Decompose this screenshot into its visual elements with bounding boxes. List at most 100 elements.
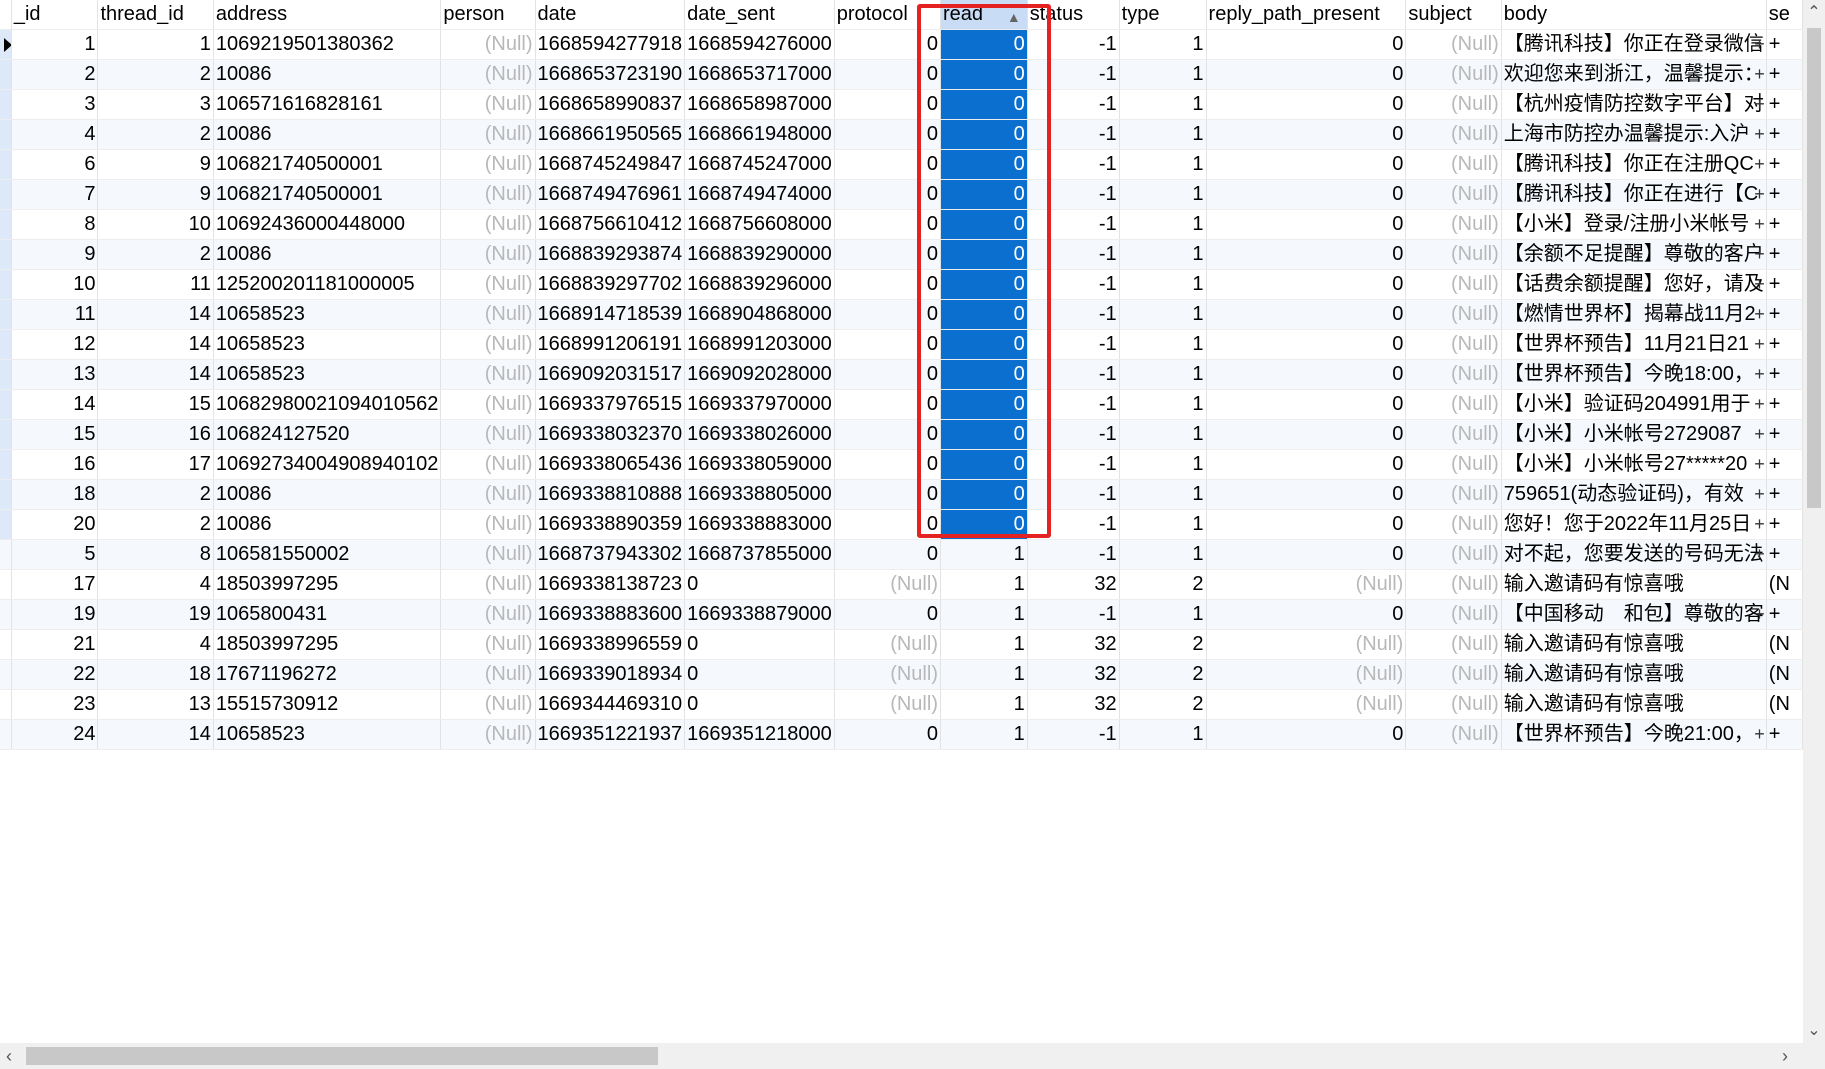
cell-read[interactable]: 0	[940, 299, 1028, 330]
table-row[interactable]: 23 13 15515730912 (Null) 1669344469310 0 (Null…	[0, 689, 1803, 720]
cell-body[interactable]: 【余额不足提醒】尊敬的客户 +	[1501, 239, 1767, 270]
cell-protocol[interactable]: 0	[834, 539, 941, 570]
cell-body[interactable]: 【中国移动 和包】尊敬的客 +	[1501, 599, 1767, 630]
cell-reply-path-present[interactable]: 0	[1206, 59, 1407, 90]
cell-reply-path-present[interactable]: 0	[1206, 419, 1407, 450]
cell-person[interactable]: (Null)	[440, 419, 536, 450]
cell-status[interactable]: -1	[1027, 509, 1120, 540]
cell-thread-id[interactable]: 2	[97, 479, 214, 510]
cell-date-sent[interactable]: 1668594276000	[684, 29, 835, 60]
cell-body[interactable]: 【小米】登录/注册小米帐号 +	[1501, 209, 1767, 240]
cell-read[interactable]: 0	[940, 479, 1028, 510]
left-arrow-icon[interactable]: ‹	[6, 1043, 12, 1069]
cell-status[interactable]: -1	[1027, 239, 1120, 270]
cell--id[interactable]: 9	[11, 239, 99, 270]
expand-plus-icon[interactable]: +	[1754, 300, 1765, 329]
cell-thread-id[interactable]: 10	[97, 209, 214, 240]
table-row[interactable]: 22 18 17671196272 (Null) 1669339018934 0 (Null…	[0, 659, 1803, 690]
cell-person[interactable]: (Null)	[440, 479, 536, 510]
cell-subject[interactable]: (Null)	[1405, 389, 1502, 420]
cell-subject[interactable]: (Null)	[1405, 209, 1502, 240]
row-indicator[interactable]	[0, 449, 12, 480]
column-header-type[interactable]: type	[1119, 0, 1207, 30]
cell-person[interactable]: (Null)	[440, 539, 536, 570]
cell-body[interactable]: 【世界杯预告】今晚18:00， +	[1501, 359, 1767, 390]
cell-protocol[interactable]: 0	[834, 149, 941, 180]
cell--id[interactable]: 10	[11, 269, 99, 300]
cell-date-sent[interactable]: 1668653717000	[684, 59, 835, 90]
row-indicator[interactable]	[0, 209, 12, 240]
cell-read[interactable]: 0	[940, 209, 1028, 240]
cell-reply-path-present[interactable]: 0	[1206, 599, 1407, 630]
table-row[interactable]: 19 19 1065800431 (Null) 1669338883600 1669338…	[0, 599, 1803, 630]
cell-type[interactable]: 1	[1119, 29, 1207, 60]
expand-plus-icon[interactable]: +	[1754, 330, 1765, 359]
table-row[interactable]: 1 1 1069219501380362 (Null) 1668594277918 166…	[0, 29, 1803, 60]
cell-date-sent[interactable]: 1668749474000	[684, 179, 835, 210]
cell-address[interactable]: 1065800431	[213, 599, 442, 630]
cell-subject[interactable]: (Null)	[1405, 239, 1502, 270]
cell-read[interactable]: 0	[940, 269, 1028, 300]
cell-thread-id[interactable]: 17	[97, 449, 214, 480]
cell-status[interactable]: -1	[1027, 359, 1120, 390]
cell-reply-path-present[interactable]: 0	[1206, 119, 1407, 150]
cell-status[interactable]: -1	[1027, 59, 1120, 90]
cell-se[interactable]: +	[1766, 599, 1803, 630]
cell-protocol[interactable]: 0	[834, 389, 941, 420]
cell-reply-path-present[interactable]: 0	[1206, 479, 1407, 510]
cell-se[interactable]: +	[1766, 149, 1803, 180]
cell-address[interactable]: 106821740500001	[213, 179, 442, 210]
column-header-read[interactable]: read ▲	[940, 0, 1028, 30]
row-indicator[interactable]	[0, 389, 12, 420]
cell--id[interactable]: 7	[11, 179, 99, 210]
row-indicator[interactable]	[0, 659, 12, 690]
column-header-protocol[interactable]: protocol	[834, 0, 941, 30]
cell-type[interactable]: 1	[1119, 209, 1207, 240]
expand-plus-icon[interactable]: +	[1754, 600, 1765, 629]
cell-reply-path-present[interactable]: 0	[1206, 209, 1407, 240]
cell-type[interactable]: 1	[1119, 359, 1207, 390]
cell-subject[interactable]: (Null)	[1405, 629, 1502, 660]
cell--id[interactable]: 6	[11, 149, 99, 180]
cell-status[interactable]: -1	[1027, 179, 1120, 210]
column-header-status[interactable]: status	[1027, 0, 1120, 30]
table-row[interactable]: 9 2 10086 (Null) 1668839293874 1668839290000 0…	[0, 239, 1803, 270]
cell-se[interactable]: +	[1766, 29, 1803, 60]
cell-date-sent[interactable]: 1668737855000	[684, 539, 835, 570]
cell-reply-path-present[interactable]: 0	[1206, 509, 1407, 540]
cell--id[interactable]: 20	[11, 509, 99, 540]
cell-se[interactable]: +	[1766, 209, 1803, 240]
vertical-scroll-thumb[interactable]	[1807, 28, 1821, 508]
cell-body[interactable]: 【腾讯科技】你正在登录微信 +	[1501, 29, 1767, 60]
cell-body[interactable]: 【小米】小米帐号2729087 +	[1501, 419, 1767, 450]
cell-person[interactable]: (Null)	[440, 119, 536, 150]
cell-date-sent[interactable]: 1668661948000	[684, 119, 835, 150]
cell-address[interactable]: 106821740500001	[213, 149, 442, 180]
cell-thread-id[interactable]: 3	[97, 89, 214, 120]
cell-subject[interactable]: (Null)	[1405, 89, 1502, 120]
cell-body[interactable]: 对不起，您要发送的号码无法 +	[1501, 539, 1767, 570]
cell-protocol[interactable]: 0	[834, 719, 941, 750]
cell-person[interactable]: (Null)	[440, 599, 536, 630]
cell-se[interactable]: +	[1766, 239, 1803, 270]
table-row[interactable]: 2 2 10086 (Null) 1668653723190 1668653717000 0…	[0, 59, 1803, 90]
cell-date-sent[interactable]: 1668839296000	[684, 269, 835, 300]
cell-reply-path-present[interactable]: 0	[1206, 359, 1407, 390]
cell-date[interactable]: 1668914718539	[535, 299, 686, 330]
cell-read[interactable]: 1	[940, 569, 1028, 600]
cell-date[interactable]: 1668661950565	[535, 119, 686, 150]
column-header-date[interactable]: date	[535, 0, 686, 30]
cell-date-sent[interactable]: 1668991203000	[684, 329, 835, 360]
cell-thread-id[interactable]: 14	[97, 329, 214, 360]
table-row[interactable]: 16 17 10692734004908940102 (Null) 1669338065…	[0, 449, 1803, 480]
cell-subject[interactable]: (Null)	[1405, 59, 1502, 90]
cell-protocol[interactable]: 0	[834, 239, 941, 270]
cell-address[interactable]: 1069219501380362	[213, 29, 442, 60]
cell-protocol[interactable]: 0	[834, 269, 941, 300]
cell-body[interactable]: 【小米】验证码204991用于 +	[1501, 389, 1767, 420]
cell--id[interactable]: 1	[11, 29, 99, 60]
cell-type[interactable]: 1	[1119, 179, 1207, 210]
expand-plus-icon[interactable]: +	[1754, 210, 1765, 239]
cell-se[interactable]: +	[1766, 449, 1803, 480]
cell-se[interactable]: +	[1766, 359, 1803, 390]
